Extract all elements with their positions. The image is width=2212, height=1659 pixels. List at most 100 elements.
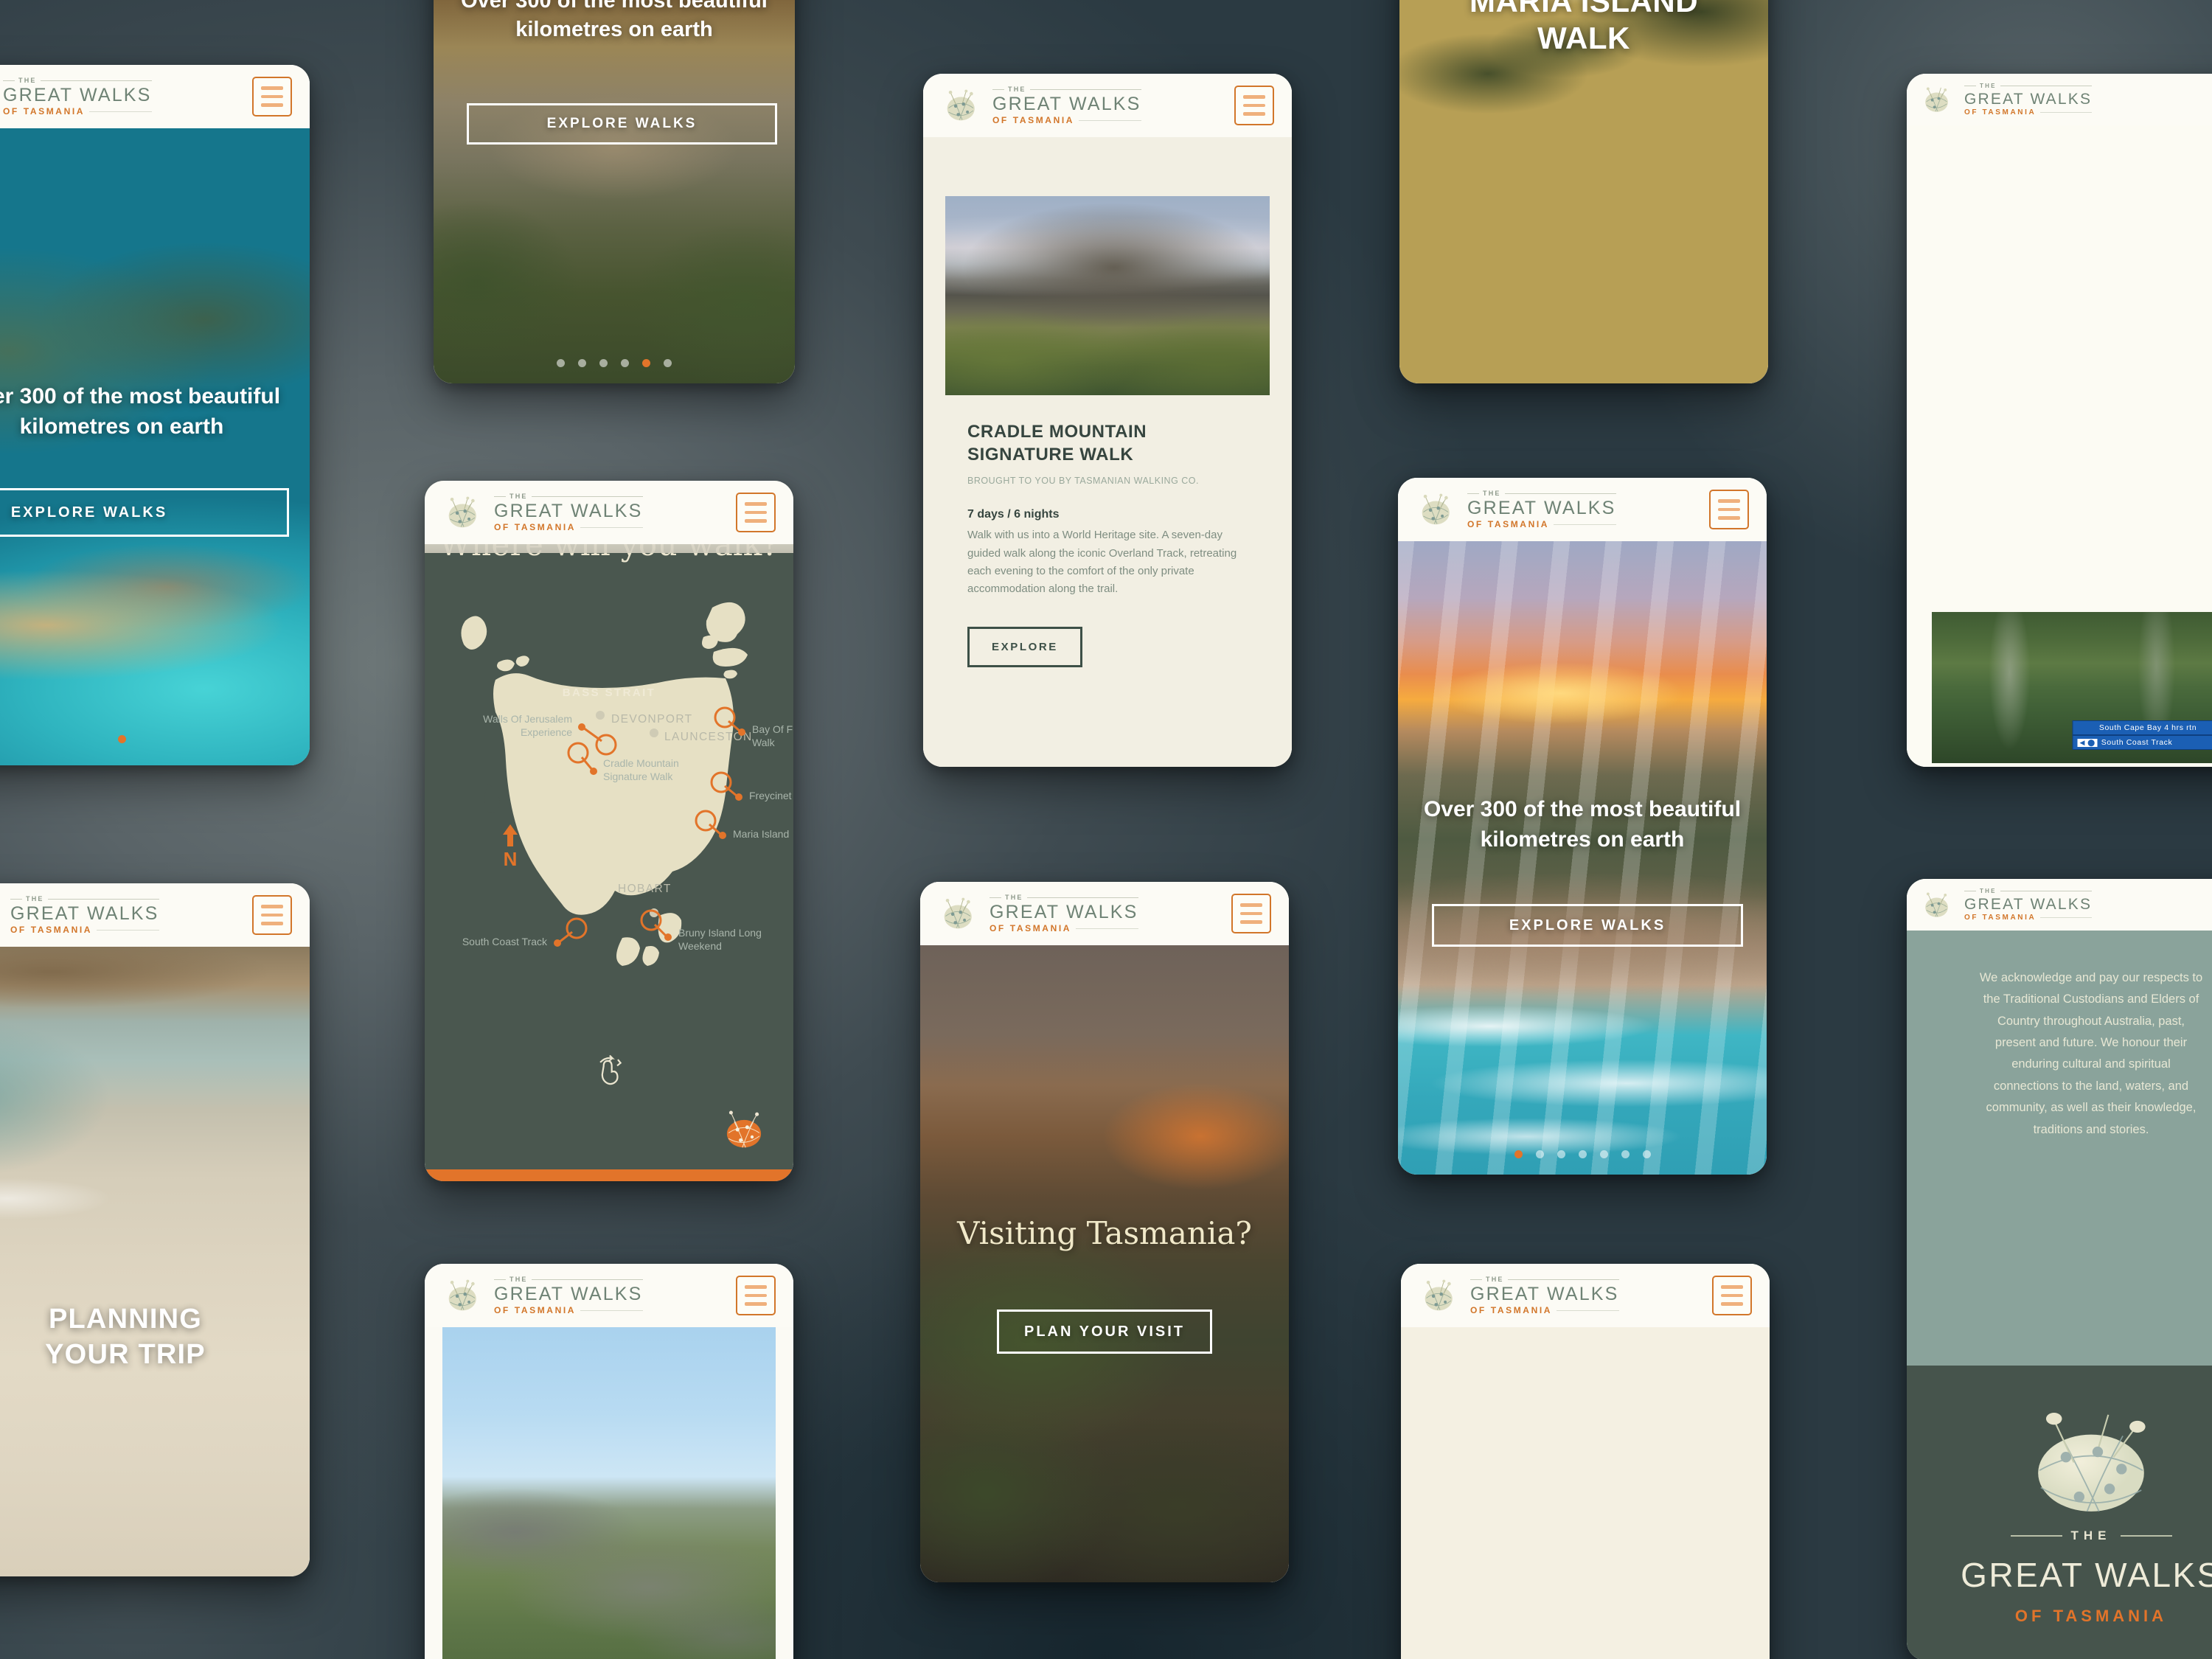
ack-line: enduring cultural and spiritual bbox=[2011, 1057, 2171, 1071]
ack-line: traditions and stories. bbox=[2033, 1122, 2149, 1136]
carousel-dot[interactable] bbox=[1621, 1150, 1630, 1158]
carousel-dot[interactable] bbox=[1642, 1150, 1651, 1158]
carousel-dot[interactable] bbox=[1514, 1150, 1523, 1158]
brand-logo[interactable]: THE GREAT WALKS OF TASMANIA bbox=[942, 86, 1141, 125]
plan-your-visit-button[interactable]: PLAN YOUR VISIT bbox=[997, 1310, 1212, 1354]
logo-orb-icon bbox=[448, 1279, 476, 1311]
carousel-dots[interactable] bbox=[434, 359, 795, 367]
site-header: THE GREAT WALKS OF TASMANIA bbox=[425, 481, 793, 544]
carousel-dot[interactable] bbox=[642, 359, 650, 367]
card-cradle-mountain-tile[interactable]: THE GREAT WALKS OF TASMANIA CRADLE MOUNT… bbox=[425, 1264, 793, 1659]
carousel-dot[interactable] bbox=[1599, 1150, 1608, 1158]
map-pane: Where will you walk? bbox=[425, 481, 793, 1181]
carousel-dot[interactable] bbox=[1578, 1150, 1587, 1158]
brand-logo[interactable]: THE GREAT WALKS OF TASMANIA bbox=[1921, 83, 2092, 116]
card-planning-your-trip[interactable]: THE GREAT WALKS OF TASMANIA PLANNING YOU… bbox=[0, 883, 310, 1576]
ack-line: the Traditional Custodians and Elders of bbox=[1983, 992, 2199, 1006]
carousel-dot[interactable] bbox=[117, 735, 126, 743]
explore-button[interactable]: EXPLORE bbox=[967, 626, 1082, 667]
cradle-mountain-tile-photo bbox=[442, 1327, 776, 1659]
map-label-maria-island: Maria Island bbox=[733, 828, 789, 840]
site-header: THE GREAT WALKS OF TASMANIA bbox=[425, 1264, 793, 1327]
hero-headline: Over 300 of the most beautiful kilometre… bbox=[1423, 797, 1742, 852]
card-visiting-tasmania[interactable]: THE GREAT WALKS OF TASMANIA Visiting Tas… bbox=[920, 882, 1289, 1582]
planning-title-line2: YOUR TRIP bbox=[45, 1339, 206, 1370]
card-acknowledgement-footer[interactable]: We acknowledge and pay our respects to t… bbox=[1907, 879, 2212, 1659]
footer-logo-tagline: OF TASMANIA bbox=[2014, 1607, 2168, 1625]
logo-orb-icon bbox=[1425, 1279, 1453, 1311]
card-cradle-signature-walk[interactable]: THE GREAT WALKS OF TASMANIA CRADLE MOUNT… bbox=[923, 74, 1292, 767]
group-hikers-photo: South Cape Bay 4 hrs rtn ◀ ⬤ South Coast… bbox=[1932, 612, 2212, 763]
logo-the-label: THE bbox=[1470, 1276, 1619, 1283]
brand-logo[interactable]: THE GREAT WALKS OF TASMANIA bbox=[1417, 490, 1616, 529]
logo-name: GREAT WALKS bbox=[3, 85, 152, 105]
logo-tagline: OF TASMANIA bbox=[494, 1306, 643, 1315]
logo-name: GREAT WALKS bbox=[10, 903, 159, 924]
carousel-dot[interactable] bbox=[557, 359, 565, 367]
ack-line: connections to the land, waters, and bbox=[1993, 1079, 2189, 1093]
hamburger-menu-icon[interactable] bbox=[1712, 1276, 1752, 1315]
carousel-dot[interactable] bbox=[599, 359, 608, 367]
tasmania-map[interactable]: BASS STRAIT DEVONPORT LAUNCESTON HOBART … bbox=[425, 591, 793, 1107]
carousel-dot[interactable] bbox=[578, 359, 586, 367]
carousel-dot[interactable] bbox=[1535, 1150, 1544, 1158]
brand-logo[interactable]: THE GREAT WALKS OF TASMANIA bbox=[939, 894, 1138, 933]
carousel-dot[interactable] bbox=[664, 359, 672, 367]
site-header: THE GREAT WALKS OF TASMANIA bbox=[1401, 1264, 1770, 1327]
trail-sign-line2: ◀ ⬤ South Coast Track bbox=[2072, 735, 2212, 750]
swipe-hand-icon bbox=[599, 1054, 622, 1085]
logo-orb-icon-watermark bbox=[726, 1110, 762, 1148]
explore-walks-button[interactable]: EXPLORE WALKS bbox=[0, 488, 289, 537]
card-hero-beach[interactable]: THE GREAT WALKS OF TASMANIA Over 300 of … bbox=[0, 65, 310, 765]
maria-island-title-line1: MARIA ISLAND bbox=[1469, 0, 1699, 18]
hamburger-menu-icon[interactable] bbox=[1231, 894, 1271, 933]
carousel-dot[interactable] bbox=[621, 359, 629, 367]
hamburger-menu-icon[interactable] bbox=[1709, 490, 1749, 529]
brand-logo[interactable]: THE GREAT WALKS OF TASMANIA bbox=[0, 77, 152, 116]
card-hero-deck[interactable]: Over 300 of the most beautiful kilometre… bbox=[434, 0, 795, 383]
logo-orb-icon bbox=[1422, 493, 1450, 525]
svg-text:Walk: Walk bbox=[752, 737, 776, 748]
logo-the-label: THE bbox=[1964, 83, 2092, 89]
hamburger-menu-icon[interactable] bbox=[736, 493, 776, 532]
card-guest-testimonial[interactable]: THE GREAT WALKS OF TASMANIA What our gue… bbox=[1401, 1264, 1770, 1659]
hamburger-menu-icon[interactable] bbox=[736, 1276, 776, 1315]
brand-logo[interactable]: THE GREAT WALKS OF TASMANIA bbox=[1420, 1276, 1619, 1315]
carousel-dots[interactable] bbox=[0, 735, 310, 743]
footer-logo-name: GREAT WALKS bbox=[1961, 1556, 2212, 1594]
hamburger-menu-icon[interactable] bbox=[252, 895, 292, 935]
explore-walks-button[interactable]: EXPLORE WALKS bbox=[1432, 904, 1743, 947]
hamburger-menu-icon[interactable] bbox=[1234, 86, 1274, 125]
ack-line: We acknowledge and pay our respects to bbox=[1979, 971, 2203, 984]
brand-logo[interactable]: THE GREAT WALKS OF TASMANIA bbox=[444, 493, 643, 532]
carousel-dots[interactable] bbox=[1398, 1150, 1767, 1158]
logo-tagline: OF TASMANIA bbox=[10, 925, 159, 934]
ack-line: Country throughout Australia, past, bbox=[1997, 1014, 2185, 1028]
logo-name: GREAT WALKS bbox=[1470, 1284, 1619, 1304]
card-maria-island-walk[interactable]: MARIA ISLAND WALK bbox=[1399, 0, 1768, 383]
hamburger-menu-icon[interactable] bbox=[252, 77, 292, 116]
carousel-dot[interactable] bbox=[1557, 1150, 1565, 1158]
card-hero-sunset[interactable]: THE GREAT WALKS OF TASMANIA Over 300 of … bbox=[1398, 478, 1767, 1175]
logo-name: GREAT WALKS bbox=[1964, 90, 2093, 108]
trail-sign: South Cape Bay 4 hrs rtn ◀ ⬤ South Coast… bbox=[2072, 720, 2212, 750]
card-unforgettable-experiences[interactable]: THE GREAT WALKS OF TASMANIA Unforgettabl… bbox=[1907, 74, 2212, 767]
walk-title: CRADLE MOUNTAIN SIGNATURE WALK bbox=[967, 422, 1147, 465]
logo-the-label: THE bbox=[1467, 490, 1616, 497]
logo-tagline: OF TASMANIA bbox=[990, 924, 1138, 933]
svg-text:Weekend: Weekend bbox=[678, 940, 722, 952]
brand-logo[interactable]: THE GREAT WALKS OF TASMANIA bbox=[444, 1276, 643, 1315]
trail-sign-pictogram: ◀ ⬤ bbox=[2077, 738, 2098, 747]
map-label-bruny-island: Bruny Island Long bbox=[678, 927, 762, 939]
logo-the-label: THE bbox=[992, 86, 1141, 93]
brand-logo[interactable]: THE GREAT WALKS OF TASMANIA bbox=[0, 896, 159, 935]
brand-logo[interactable]: THE GREAT WALKS OF TASMANIA bbox=[1921, 888, 2092, 922]
explore-walks-button[interactable]: EXPLORE WALKS bbox=[467, 103, 777, 145]
card-where-will-you-walk-map[interactable]: Where will you walk? bbox=[425, 481, 793, 1181]
visiting-headline: Visiting Tasmania? bbox=[957, 1215, 1252, 1251]
logo-the-label: THE bbox=[494, 1276, 643, 1283]
logo-orb-icon bbox=[1925, 892, 1948, 917]
logo-tagline: OF TASMANIA bbox=[1470, 1306, 1619, 1315]
acknowledgement-text: We acknowledge and pay our respects to t… bbox=[1907, 967, 2212, 1141]
walk-description: Walk with us into a World Heritage site.… bbox=[967, 529, 1237, 596]
